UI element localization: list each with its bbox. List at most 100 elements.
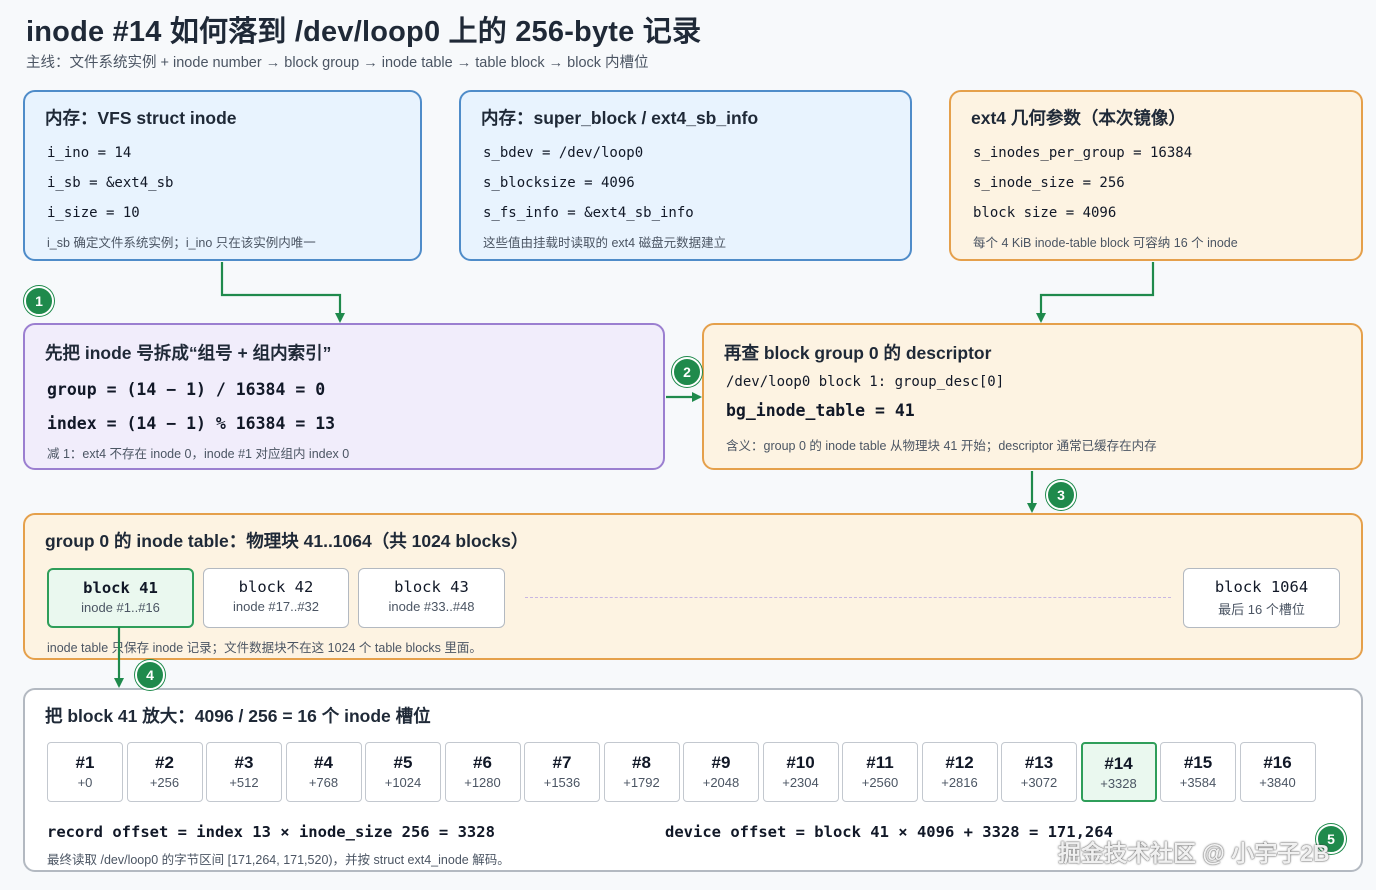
geo-line-block-size: block size = 4096 [973,205,1117,221]
split-line-index: index = (14 − 1) % 16384 = 13 [47,414,336,433]
inode-slot: #16 +3840 [1239,742,1316,802]
arrow-geometry-to-descriptor [1036,262,1155,323]
inode-slot-number: #14 [1104,754,1133,773]
inode-slot: #5 +1024 [365,742,441,802]
inode-slot-offset: +3584 [1179,775,1217,790]
inode-slot: #2 +256 [126,742,203,802]
descriptor-line-bg-inode-table: bg_inode_table = 41 [726,401,915,420]
inode-slot: #3 +512 [206,742,282,802]
inode-slot-number: #5 [393,753,413,772]
table-gap-dashed-line [525,597,1171,598]
inode-slot: #9 +2048 [683,742,759,802]
inode-slot-offset: +3328 [1100,776,1137,791]
inode-table-note: inode table 只保存 inode 记录；文件数据块不在这 1024 个… [47,641,482,655]
page-subtitle: 主线：文件系统实例 + inode number → block group →… [26,55,649,71]
inode-slot-number: #12 [945,753,974,772]
inode-slot: #10 +2304 [762,742,839,802]
inode-slot: #1 +0 [47,742,123,802]
table-block-43: block 43 inode #33..#48 [358,568,505,628]
inode-slot-number: #1 [75,753,95,772]
step-badge-3: 3 [1046,480,1076,510]
table-block-name: block 41 [83,579,158,597]
sb-note: 这些值由挂载时读取的 ext4 磁盘元数据建立 [483,236,727,250]
arrow-vfs-to-split [220,262,345,323]
inode-slot-number: #11 [866,753,894,772]
table-block-range: inode #1..#16 [81,600,160,615]
inode-slot-offset: +768 [308,775,339,790]
table-block-1064: block 1064 最后 16 个槽位 [1183,568,1340,628]
split-line-group: group = (14 − 1) / 16384 = 0 [47,380,326,399]
geo-line-inodes-per-group: s_inodes_per_group = 16384 [973,145,1193,161]
inode-slot-offset: +0 [77,775,93,790]
inode-slot: #14 +3328 [1080,742,1157,802]
super-block-title: 内存：super_block / ext4_sb_info [481,108,759,128]
split-note: 减 1：ext4 不存在 inode 0，inode #1 对应组内 index… [47,447,350,461]
inode-slot-number: #10 [786,753,815,772]
descriptor-line-gdesc: /dev/loop0 block 1: group_desc[0] [726,374,1005,390]
step-badge-1: 1 [24,286,54,316]
inode-slot-offset: +2048 [702,775,740,790]
inode-slot-number: #3 [234,753,254,772]
inode-table-box: group 0 的 inode table：物理块 41..1064（共 102… [23,513,1363,660]
vfs-line-sb: i_sb = &ext4_sb [47,175,174,191]
inode-slot: #4 +768 [285,742,362,802]
table-block-range: 最后 16 个槽位 [1218,602,1305,617]
inode-slot: #12 +2816 [921,742,998,802]
sb-line-fsinfo: s_fs_info = &ext4_sb_info [483,205,694,221]
geometry-box: ext4 几何参数（本次镜像） s_inodes_per_group = 163… [949,90,1363,261]
inode-slot-number: #16 [1263,753,1292,772]
super-block-box: 内存：super_block / ext4_sb_info s_bdev = /… [459,90,912,261]
vfs-line-size: i_size = 10 [47,205,140,221]
table-block-range: inode #33..#48 [388,599,475,614]
step-badge-4: 4 [135,660,165,690]
inode-slot: #7 +1536 [524,742,600,802]
split-box: 先把 inode 号拆成“组号 + 组内索引” group = (14 − 1)… [23,323,665,470]
vfs-note: i_sb 确定文件系统实例；i_ino 只在该实例内唯一 [47,236,316,250]
inode-slot-offset: +1280 [464,775,501,790]
inode-slot-number: #9 [711,753,731,772]
vfs-inode-title: 内存：VFS struct inode [45,108,237,128]
descriptor-note: 含义：group 0 的 inode table 从物理块 41 开始；desc… [726,439,1157,453]
inode-slot-number: #2 [155,753,174,772]
inode-slot-offset: +2560 [861,775,899,790]
geometry-note: 每个 4 KiB inode-table block 可容纳 16 个 inod… [973,236,1238,250]
vfs-inode-box: 内存：VFS struct inode i_ino = 14 i_sb = &e… [23,90,422,261]
table-block-41: block 41 inode #1..#16 [47,568,194,628]
geometry-title: ext4 几何参数（本次镜像） [971,108,1186,128]
table-block-name: block 1064 [1214,578,1309,596]
inode-slot-number: #13 [1024,753,1054,772]
block-zoom-title: 把 block 41 放大：4096 / 256 = 16 个 inode 槽位 [45,706,431,726]
inode-slot-offset: +256 [149,775,180,790]
device-offset-formula: device offset = block 41 × 4096 + 3328 =… [665,823,1113,841]
inode-slot-offset: +512 [229,775,259,790]
split-title: 先把 inode 号拆成“组号 + 组内索引” [45,343,332,363]
geo-line-inode-size: s_inode_size = 256 [973,175,1125,191]
inode-slot-offset: +1536 [543,775,581,790]
inode-table-title: group 0 的 inode table：物理块 41..1064（共 102… [45,531,529,551]
table-block-42: block 42 inode #17..#32 [203,568,349,628]
table-block-name: block 43 [394,578,469,596]
inode-slot-number: #15 [1183,753,1213,772]
record-offset-formula: record offset = index 13 × inode_size 25… [47,823,495,841]
inode-slot: #11 +2560 [842,742,918,802]
sb-line-bdev: s_bdev = /dev/loop0 [483,145,644,161]
inode-slot-offset: +2304 [782,775,819,790]
vfs-line-ino: i_ino = 14 [47,145,132,161]
watermark: 掘金技术社区 @ 小宇子2B [1058,840,1330,866]
descriptor-box: 再查 block group 0 的 descriptor /dev/loop0… [702,323,1363,470]
inode-slot-number: #4 [314,753,333,772]
table-block-range: inode #17..#32 [232,599,320,614]
inode-slot: #8 +1792 [603,742,680,802]
inode-slot-offset: +3072 [1020,775,1058,790]
inode-slot-offset: +3840 [1259,775,1296,790]
inode-slot-number: #6 [473,753,492,772]
inode-slot-offset: +1792 [623,775,660,790]
block-zoom-note: 最终读取 /dev/loop0 的字节区间 [171,264, 171,520)… [47,853,510,867]
step-badge-2: 2 [672,357,702,387]
inode-slot-number: #8 [632,753,651,772]
table-block-name: block 42 [238,578,314,596]
inode-slot-number: #7 [552,753,572,772]
sb-line-blocksize: s_blocksize = 4096 [483,175,635,191]
inode-slot: #13 +3072 [1001,742,1077,802]
descriptor-title: 再查 block group 0 的 descriptor [724,343,992,363]
